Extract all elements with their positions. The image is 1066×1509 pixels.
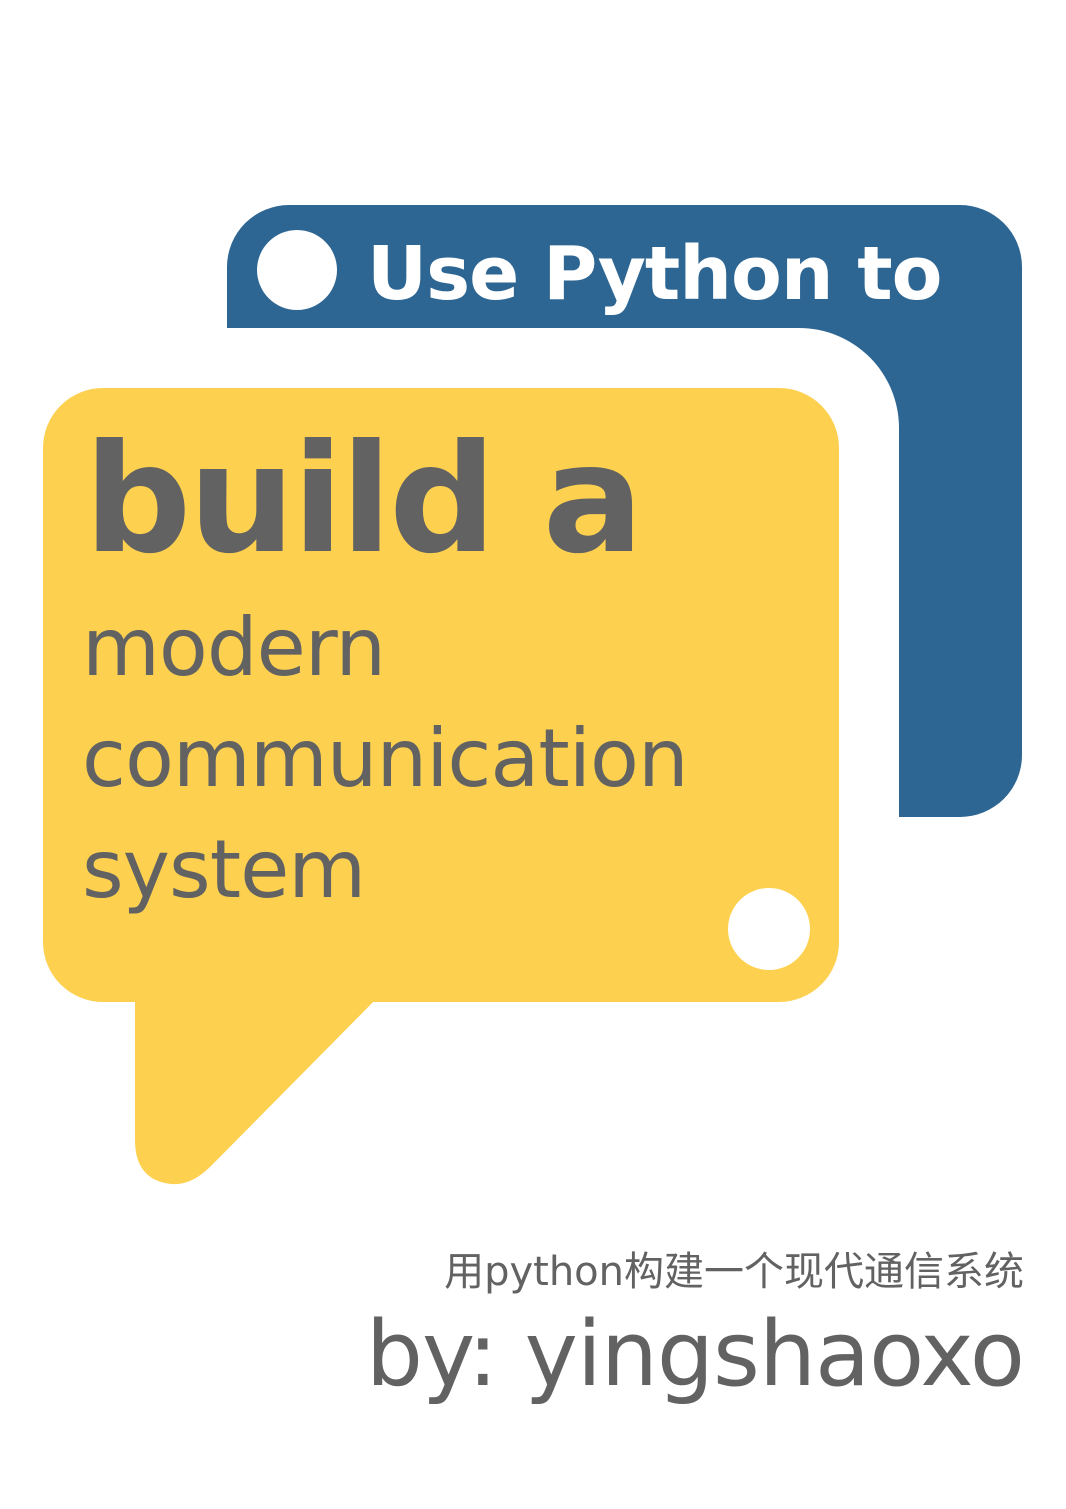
circle-dot-icon — [728, 888, 810, 970]
title-line-modern: modern — [82, 601, 386, 694]
circle-dot-icon — [257, 230, 337, 310]
author-credit: by: yingshaoxo — [365, 1302, 1025, 1407]
chinese-subtitle: 用python构建一个现代通信系统 — [444, 1249, 1024, 1295]
title-line-system: system — [82, 823, 366, 916]
headline: build a — [84, 413, 644, 587]
title-line-communication: communication — [82, 712, 689, 805]
blue-bubble-text: Use Python to — [367, 231, 942, 317]
book-cover: Use Python to build a modern communicati… — [0, 0, 1066, 1509]
speech-tail-icon — [135, 990, 385, 1185]
